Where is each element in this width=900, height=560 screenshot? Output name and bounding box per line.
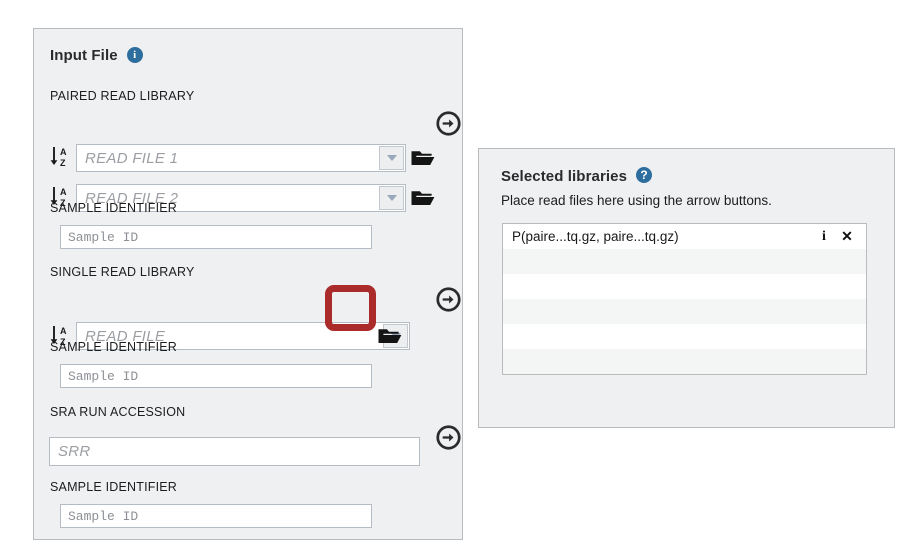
list-item-empty [503,324,866,349]
chevron-down-icon-read-file-2 [386,195,397,201]
folder-open-icon-read-file-1[interactable] [411,148,435,168]
sort-az-icon-read-file-1: A Z [50,147,67,168]
single-sample-identifier-label: SAMPLE IDENTIFIER [50,340,178,354]
read-file-2-dropdown-button[interactable] [379,186,404,210]
read-file-1-dropdown-button[interactable] [379,146,404,170]
read-file-1-placeholder: READ FILE 1 [85,149,179,167]
selected-libraries-title: Selected libraries? [501,167,653,185]
paired-sample-identifier-label: SAMPLE IDENTIFIER [50,201,178,215]
svg-text:Z: Z [60,158,66,168]
input-file-panel: Input File i PAIRED READ LIBRARY A Z READ… [33,28,463,540]
page-title: Input File i [50,47,143,64]
paired-sample-identifier-placeholder: Sample ID [68,229,139,245]
selected-libraries-panel: Selected libraries? Place read files her… [478,148,895,428]
sra-sample-identifier-input[interactable]: Sample ID [60,504,372,528]
selected-libraries-title-text: Selected libraries [501,168,628,185]
folder-open-icon-read-file-single[interactable] [378,326,402,346]
sra-accession-placeholder: SRR [58,443,91,460]
single-read-library-label: SINGLE READ LIBRARY [50,265,195,279]
single-sample-identifier-placeholder: Sample ID [68,368,139,384]
chevron-down-icon-read-file-1 [386,155,397,161]
info-icon-library-item[interactable]: i [816,229,832,245]
read-file-1-input[interactable]: READ FILE 1 [76,144,406,172]
input-file-title-text: Input File [50,47,118,64]
svg-text:A: A [60,147,67,157]
close-icon-library-item[interactable]: ✕ [838,228,856,245]
single-sample-identifier-input[interactable]: Sample ID [60,364,372,388]
list-item-empty [503,299,866,324]
list-item-empty [503,274,866,299]
arrow-right-circle-icon-single[interactable] [436,287,461,312]
paired-read-library-label: PAIRED READ LIBRARY [50,89,195,103]
list-item-empty [503,249,866,274]
sra-accession-input[interactable]: SRR [49,437,420,466]
svg-text:A: A [60,187,67,197]
sra-sample-identifier-placeholder: Sample ID [68,508,139,524]
selected-libraries-hint: Place read files here using the arrow bu… [501,193,772,208]
library-item-name: P(paire...tq.gz, paire...tq.gz) [512,229,679,244]
list-item-empty [503,349,866,374]
list-item[interactable]: P(paire...tq.gz, paire...tq.gz) i ✕ [503,224,866,249]
selected-libraries-list: P(paire...tq.gz, paire...tq.gz) i ✕ [502,223,867,375]
paired-sample-identifier-input[interactable]: Sample ID [60,225,372,249]
arrow-right-circle-icon-paired[interactable] [436,111,461,136]
sra-sample-identifier-label: SAMPLE IDENTIFIER [50,480,178,494]
folder-open-icon-read-file-2[interactable] [411,188,435,208]
svg-text:A: A [60,326,67,336]
sra-run-accession-label: SRA RUN ACCESSION [50,405,186,419]
info-icon[interactable]: i [126,47,143,63]
arrow-right-circle-icon-sra[interactable] [436,425,461,450]
help-circle-icon[interactable]: ? [636,167,653,183]
